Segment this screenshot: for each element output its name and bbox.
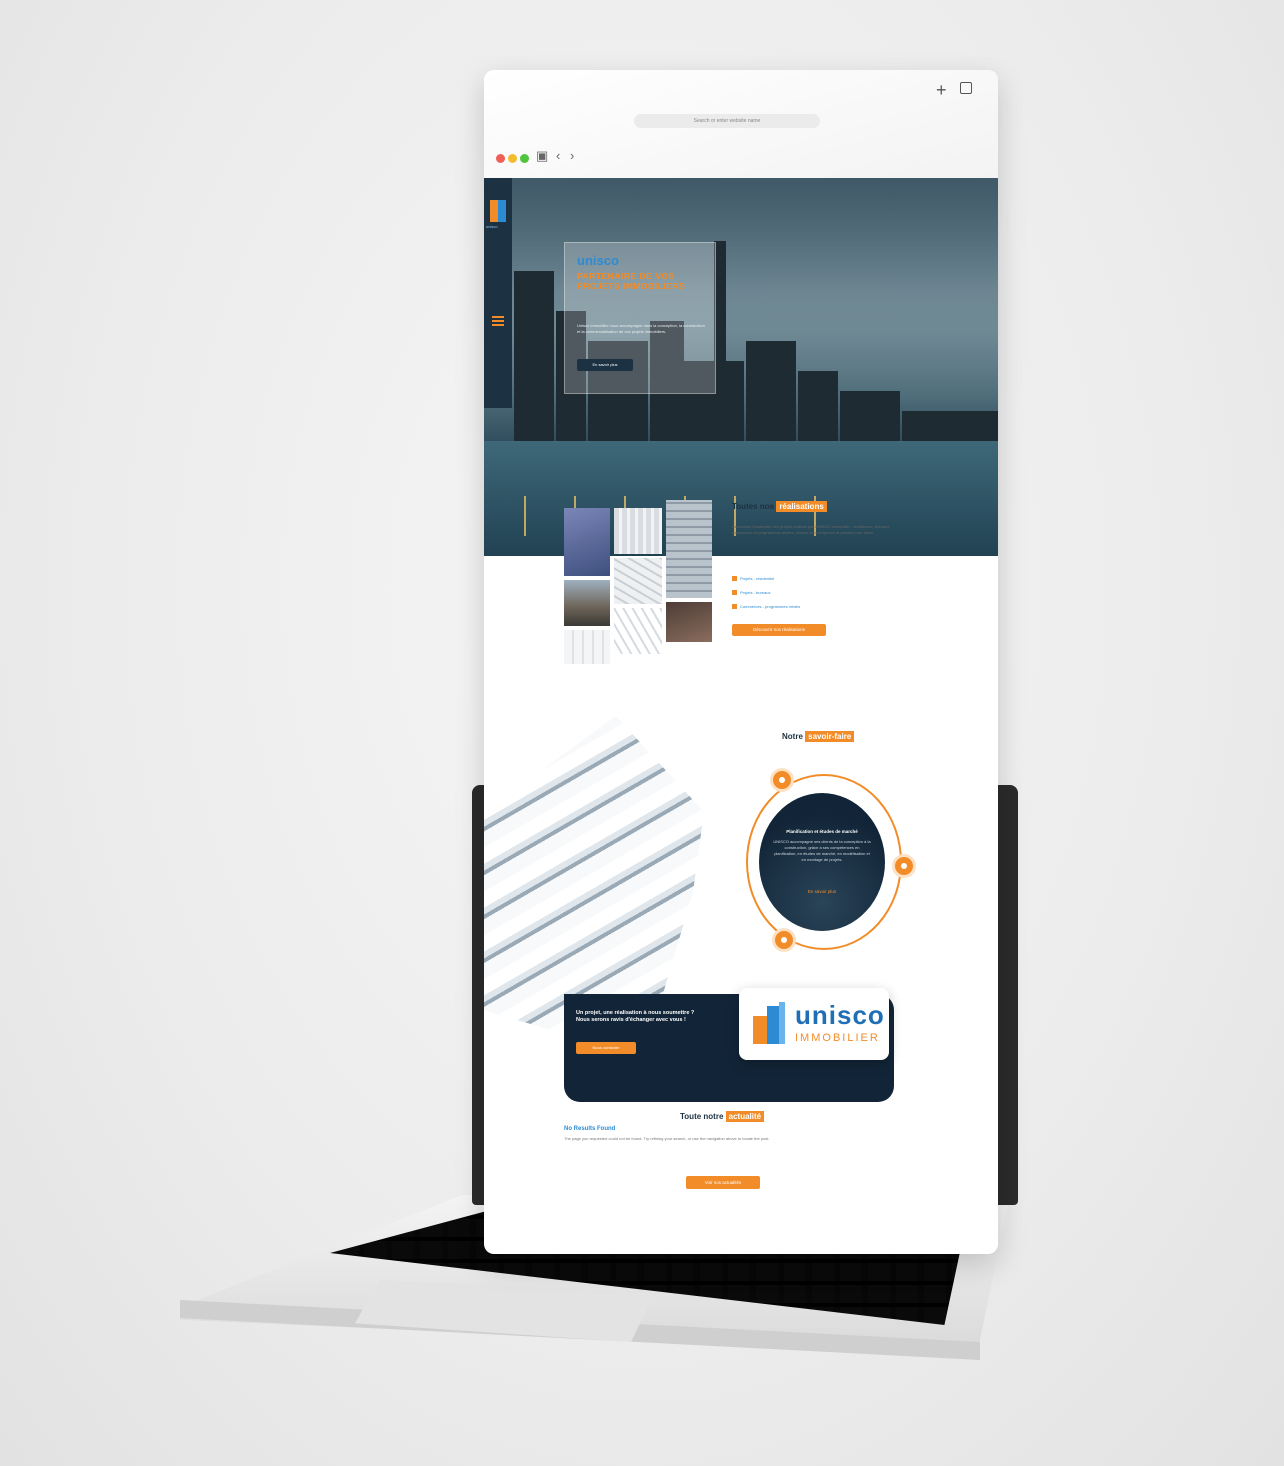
- realisations-title: Toutes nos réalisations: [732, 501, 827, 512]
- menu-hamburger-icon[interactable]: [492, 314, 504, 328]
- project-photo[interactable]: [614, 608, 662, 654]
- hero-more-button[interactable]: En savoir plus: [577, 359, 633, 371]
- contact-button[interactable]: Nous contacter: [576, 1042, 636, 1054]
- building-logo-icon: [753, 1002, 787, 1044]
- savoir-faire-card-title: Planification et études de marché: [786, 829, 858, 834]
- project-photo[interactable]: [666, 500, 712, 598]
- no-results-title: No Results Found: [564, 1126, 616, 1132]
- savoir-faire-card: Planification et études de marché UNISCO…: [759, 793, 885, 931]
- project-photo[interactable]: [564, 508, 610, 576]
- orbit-step-icon[interactable]: [892, 854, 916, 878]
- browser-toolbar: ▣ ‹ › Search or enter website name +: [484, 70, 998, 178]
- project-photo[interactable]: [564, 580, 610, 626]
- project-photo[interactable]: [666, 602, 712, 642]
- no-results-description: The page you requested could not be foun…: [564, 1136, 770, 1141]
- site-sidebar: unisco: [484, 178, 512, 408]
- savoir-faire-card-description: UNISCO accompagne ses clients de la conc…: [773, 839, 871, 862]
- realisations-bullet: Commerces - programmes mixtes: [732, 604, 800, 610]
- realisations-bullet: Projets - résidentiel: [732, 576, 774, 582]
- hero-section: unisco unisco PARTENAIRE DE VOS PROJETS …: [484, 178, 998, 556]
- project-photo[interactable]: [564, 630, 610, 664]
- contact-banner-text: Un projet, une réalisation à nous soumet…: [576, 1010, 695, 1023]
- new-tab-button[interactable]: +: [936, 80, 947, 101]
- site-logo-icon[interactable]: [490, 200, 506, 222]
- skyline-building: [746, 341, 796, 451]
- tab-overview-icon[interactable]: [960, 82, 972, 94]
- hero-card: unisco PARTENAIRE DE VOS PROJETS IMMOBIL…: [564, 242, 716, 394]
- actualites-title: Toute notre actualité: [680, 1111, 765, 1122]
- browser-window: ▣ ‹ › Search or enter website name + uni…: [484, 70, 998, 1254]
- hero-title: PARTENAIRE DE VOS PROJETS IMMOBILIERS: [577, 271, 686, 291]
- hero-water: [484, 441, 998, 556]
- minimize-window-button[interactable]: [508, 154, 517, 163]
- savoir-faire-card-link[interactable]: En savoir plus: [759, 889, 885, 894]
- forward-button[interactable]: ›: [570, 148, 574, 163]
- logo-subtitle: IMMOBILIER: [795, 1032, 880, 1044]
- hero-description: Unisco Immobilier vous accompagne dans l…: [577, 323, 705, 334]
- orbit-step-icon[interactable]: [770, 768, 794, 792]
- maximize-window-button[interactable]: [520, 154, 529, 163]
- back-button[interactable]: ‹: [556, 148, 560, 163]
- hero-brand: unisco: [577, 253, 619, 268]
- logo-name: unisco: [795, 1000, 885, 1030]
- project-photo[interactable]: [614, 558, 662, 604]
- skyline-building: [514, 271, 554, 451]
- actualites-button[interactable]: Voir nos actualités: [686, 1176, 760, 1189]
- sidebar-toggle-icon[interactable]: ▣: [536, 148, 548, 164]
- tower-photo: [484, 716, 704, 1036]
- address-bar[interactable]: Search or enter website name: [634, 114, 820, 128]
- realisations-button[interactable]: Découvrir nos réalisations: [732, 624, 826, 636]
- realisations-description: Découvrez l'ensemble des projets réalisé…: [732, 524, 891, 535]
- close-window-button[interactable]: [496, 154, 505, 163]
- realisations-bullet: Projets - bureaux: [732, 590, 770, 596]
- skyline-building: [798, 371, 838, 451]
- unisco-logo-card: unisco IMMOBILIER: [739, 988, 889, 1060]
- orbit-step-icon[interactable]: [772, 928, 796, 952]
- site-logo-text: unisco: [486, 224, 498, 229]
- savoir-faire-title: Notre savoir-faire: [782, 731, 855, 742]
- project-photo[interactable]: [614, 508, 662, 554]
